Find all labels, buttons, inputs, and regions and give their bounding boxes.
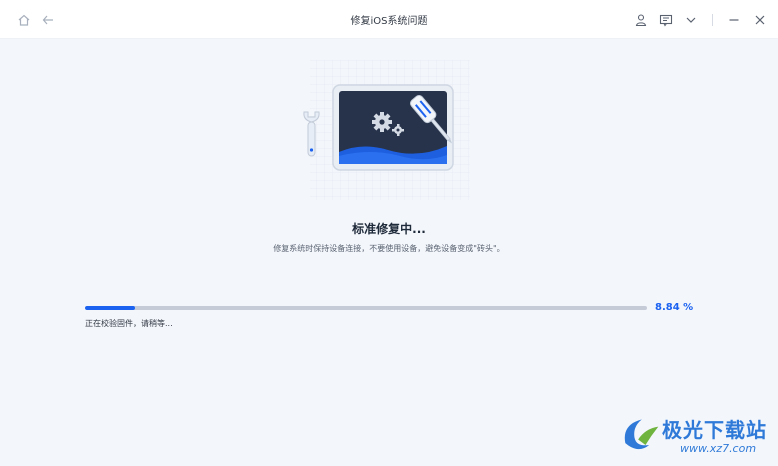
- progress-percent: 8.84 %: [655, 302, 694, 313]
- user-icon[interactable]: [634, 13, 648, 27]
- close-icon[interactable]: [753, 13, 767, 27]
- watermark-url: www.xz7.com: [680, 442, 757, 455]
- title-bar: 修复iOS系统问题: [0, 0, 778, 39]
- progress-message: 正在校验固件，请稍等...: [85, 319, 173, 328]
- watermark: 极光下载站 www.xz7.com: [618, 412, 778, 460]
- progress-fill: [85, 306, 135, 310]
- status-description: 修复系统时保持设备连接，不要使用设备，避免设备变成"砖头"。: [273, 244, 505, 253]
- watermark-text: 极光下载站: [662, 418, 767, 442]
- repair-illustration: [300, 60, 480, 200]
- status-title: 标准修复中...: [352, 222, 426, 236]
- titlebar-divider: [712, 14, 713, 26]
- watermark-logo-icon: [624, 419, 659, 450]
- minimize-icon[interactable]: [727, 13, 741, 27]
- chevron-down-icon[interactable]: [684, 13, 698, 27]
- progress-bar: [85, 306, 647, 310]
- feedback-icon[interactable]: [659, 13, 673, 27]
